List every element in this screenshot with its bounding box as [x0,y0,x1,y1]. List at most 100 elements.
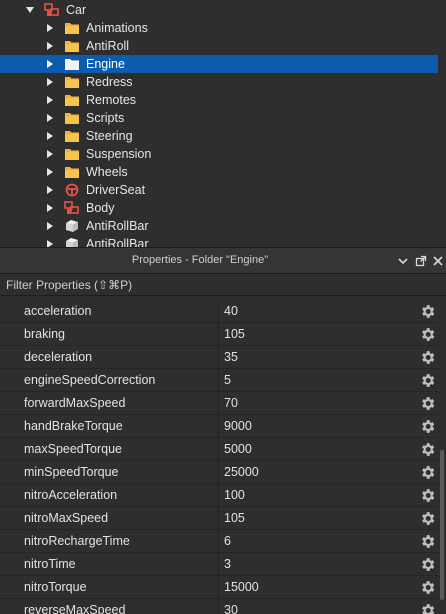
property-row-nitroRechargeTime[interactable]: nitroRechargeTime 6 [0,530,438,553]
tree-item-label: AntiRollBar [86,219,149,233]
property-row-engineSpeedCorrection[interactable]: engineSpeedCorrection 5 [0,369,438,392]
gear-icon[interactable] [419,556,436,573]
property-value[interactable]: 70 [224,396,238,410]
tree-item-engine[interactable]: Engine [0,55,438,73]
gear-icon[interactable] [419,395,436,412]
explorer-scrollbar[interactable] [438,0,446,247]
property-value[interactable]: 30 [224,603,238,614]
tree-item-scripts[interactable]: Scripts [0,109,438,127]
model-icon [44,3,60,17]
folder-icon [64,165,80,179]
property-grid: acceleration 40 braking 105 deceleration 35 en… [0,300,438,614]
column-divider [218,553,219,576]
gear-icon[interactable] [419,303,436,320]
property-row-reverseMaxSpeed[interactable]: reverseMaxSpeed 30 [0,599,438,614]
property-row-nitroAcceleration[interactable]: nitroAcceleration 100 [0,484,438,507]
gear-icon[interactable] [419,418,436,435]
property-value[interactable]: 25000 [224,465,259,479]
gear-icon[interactable] [419,349,436,366]
expand-arrow-icon[interactable] [25,5,35,15]
gear-icon[interactable] [419,533,436,550]
tree-item-antiroll[interactable]: AntiRoll [0,37,438,55]
property-row-braking[interactable]: braking 105 [0,323,438,346]
tree-item-animations[interactable]: Animations [0,19,438,37]
folder-icon [64,111,80,125]
expand-arrow-icon[interactable] [45,41,55,51]
tree-item-body[interactable]: Body [0,199,438,217]
gear-icon[interactable] [419,372,436,389]
property-name: maxSpeedTorque [24,442,122,456]
property-name: deceleration [24,350,93,364]
tree-item-antirollbar[interactable]: AntiRollBar [0,235,438,247]
property-value[interactable]: 15000 [224,580,259,594]
property-name: nitroTime [24,557,76,571]
property-row-minSpeedTorque[interactable]: minSpeedTorque 25000 [0,461,438,484]
tree-item-label: Wheels [86,165,128,179]
expand-arrow-icon[interactable] [45,149,55,159]
property-value[interactable]: 105 [224,511,245,525]
expand-arrow-icon[interactable] [45,239,55,247]
expand-arrow-icon[interactable] [45,23,55,33]
property-value[interactable]: 105 [224,327,245,341]
filter-properties-input[interactable] [0,274,446,295]
gear-icon[interactable] [419,602,436,614]
tree-item-remotes[interactable]: Remotes [0,91,438,109]
collapse-chevron-icon[interactable] [396,254,410,268]
property-row-nitroMaxSpeed[interactable]: nitroMaxSpeed 105 [0,507,438,530]
property-row-nitroTorque[interactable]: nitroTorque 15000 [0,576,438,599]
tree-item-redress[interactable]: Redress [0,73,438,91]
column-divider [218,392,219,415]
property-scrollbar[interactable] [438,300,446,614]
gear-icon[interactable] [419,487,436,504]
tree-item-steering[interactable]: Steering [0,127,438,145]
gear-icon[interactable] [419,326,436,343]
close-icon[interactable] [431,254,445,268]
property-name: nitroRechargeTime [24,534,130,548]
expand-arrow-icon[interactable] [45,59,55,69]
property-row-acceleration[interactable]: acceleration 40 [0,300,438,323]
tree-item-label: Redress [86,75,133,89]
property-name: handBrakeTorque [24,419,123,433]
property-row-deceleration[interactable]: deceleration 35 [0,346,438,369]
gear-icon[interactable] [419,510,436,527]
tree-item-antirollbar[interactable]: AntiRollBar [0,217,438,235]
tree-item-driverseat[interactable]: DriverSeat [0,181,438,199]
tree-item-wheels[interactable]: Wheels [0,163,438,181]
property-value[interactable]: 40 [224,304,238,318]
tree-item-car[interactable]: Car [0,1,438,19]
property-row-handBrakeTorque[interactable]: handBrakeTorque 9000 [0,415,438,438]
column-divider [218,415,219,438]
expand-arrow-icon[interactable] [45,167,55,177]
expand-arrow-icon[interactable] [45,221,55,231]
undock-icon[interactable] [414,254,428,268]
column-divider [218,369,219,392]
gear-icon[interactable] [419,464,436,481]
gear-icon[interactable] [419,441,436,458]
property-name: reverseMaxSpeed [24,603,126,614]
property-row-nitroTime[interactable]: nitroTime 3 [0,553,438,576]
tree-item-suspension[interactable]: Suspension [0,145,438,163]
property-value[interactable]: 100 [224,488,245,502]
folder-icon [64,57,80,71]
expand-arrow-icon[interactable] [45,77,55,87]
expand-arrow-icon[interactable] [45,113,55,123]
property-value[interactable]: 6 [224,534,231,548]
property-value[interactable]: 35 [224,350,238,364]
expand-arrow-icon[interactable] [45,185,55,195]
column-divider [218,323,219,346]
expand-arrow-icon[interactable] [45,131,55,141]
property-value[interactable]: 9000 [224,419,252,433]
expand-arrow-icon[interactable] [45,95,55,105]
property-name: nitroTorque [24,580,87,594]
property-row-maxSpeedTorque[interactable]: maxSpeedTorque 5000 [0,438,438,461]
gear-icon[interactable] [419,579,436,596]
folder-icon [64,93,80,107]
property-value[interactable]: 5000 [224,442,252,456]
scrollbar-thumb[interactable] [440,450,444,600]
property-value[interactable]: 5 [224,373,231,387]
property-value[interactable]: 3 [224,557,231,571]
tree-item-label: Scripts [86,111,125,125]
property-row-forwardMaxSpeed[interactable]: forwardMaxSpeed 70 [0,392,438,415]
properties-header: Properties - Folder "Engine" [0,247,446,274]
expand-arrow-icon[interactable] [45,203,55,213]
